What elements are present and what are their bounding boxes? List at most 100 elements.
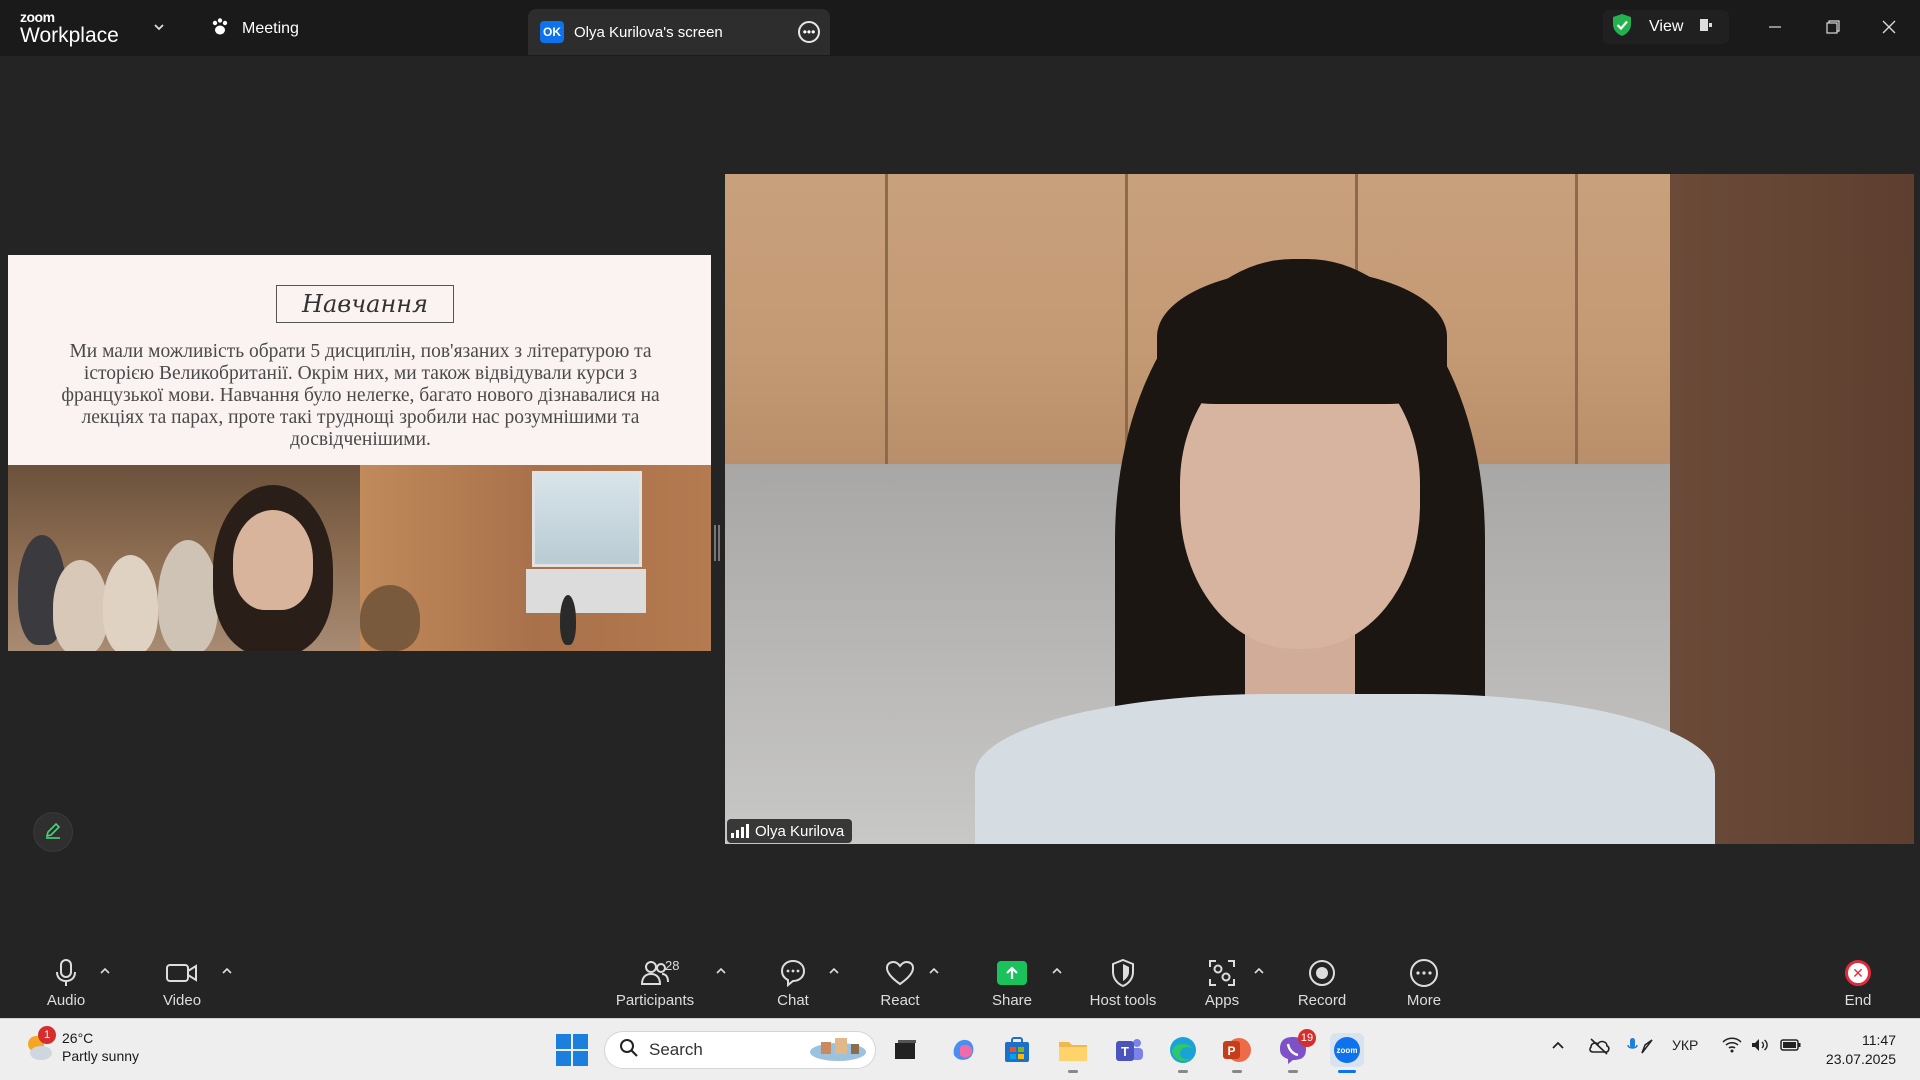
apps-icon xyxy=(1202,956,1242,990)
view-button[interactable]: View xyxy=(1603,10,1729,44)
view-label: View xyxy=(1649,18,1684,35)
participants-options-caret-icon[interactable] xyxy=(714,964,728,978)
weather-temperature: 26°C xyxy=(62,1030,94,1046)
participants-button[interactable]: 28 Participants xyxy=(612,956,698,1014)
powerpoint-icon[interactable]: P xyxy=(1220,1033,1254,1073)
search-icon xyxy=(619,1038,639,1063)
battery-icon[interactable] xyxy=(1780,1037,1802,1056)
shared-screen-slide: Навчання Ми мали можливість обрати 5 дис… xyxy=(8,255,711,651)
apps-label: Apps xyxy=(1204,992,1240,1009)
minimize-icon[interactable] xyxy=(1760,12,1790,42)
view-grid-icon xyxy=(1699,18,1713,37)
more-options-icon[interactable]: ••• xyxy=(798,21,820,43)
weather-notification-badge: 1 xyxy=(38,1026,56,1044)
close-icon[interactable] xyxy=(1874,12,1904,42)
svg-text:zoom: zoom xyxy=(1337,1046,1358,1055)
participants-count: 28 xyxy=(665,958,680,973)
annotate-button[interactable] xyxy=(33,812,73,852)
wifi-icon[interactable] xyxy=(1722,1037,1742,1056)
taskbar-search-input[interactable]: Search xyxy=(604,1031,876,1069)
audio-options-caret-icon[interactable] xyxy=(98,964,112,978)
tab-meeting[interactable]: Meeting xyxy=(210,16,299,42)
chat-options-caret-icon[interactable] xyxy=(827,964,841,978)
apps-button[interactable]: Apps xyxy=(1202,956,1242,1014)
tab-meeting-label: Meeting xyxy=(242,20,299,37)
slide-photo-lecture-hall xyxy=(360,465,711,651)
start-button[interactable] xyxy=(556,1034,588,1066)
avatar: OK xyxy=(540,21,564,43)
viber-icon[interactable]: 19 xyxy=(1276,1029,1316,1073)
host-tools-label: Host tools xyxy=(1089,992,1157,1009)
chevron-down-icon[interactable] xyxy=(152,20,166,34)
video-label: Video xyxy=(162,992,202,1009)
viber-notification-badge: 19 xyxy=(1298,1029,1316,1047)
file-explorer-icon[interactable] xyxy=(1056,1033,1090,1073)
zoom-workplace-logo[interactable]: zoom Workplace xyxy=(20,10,140,50)
pencil-icon xyxy=(43,820,63,845)
share-label: Share xyxy=(991,992,1033,1009)
react-label: React xyxy=(880,992,920,1009)
end-meeting-button[interactable]: ✕ End xyxy=(1838,956,1878,1014)
end-x-icon: ✕ xyxy=(1845,960,1871,986)
react-button[interactable]: React xyxy=(878,956,922,1014)
apps-options-caret-icon[interactable] xyxy=(1252,964,1266,978)
clock-date: 23.07.2025 xyxy=(1825,1051,1896,1067)
title-bar: zoom Workplace Meeting OK Olya Kurilova'… xyxy=(0,0,1920,56)
share-options-caret-icon[interactable] xyxy=(1050,964,1064,978)
split-resize-handle[interactable] xyxy=(714,525,720,561)
shield-check-icon xyxy=(1611,13,1633,42)
partly-sunny-icon: 1 xyxy=(24,1026,56,1062)
slide-title: Навчання xyxy=(276,285,454,323)
search-highlight-icon xyxy=(807,1034,869,1067)
svg-text:P: P xyxy=(1227,1044,1235,1058)
host-tools-button[interactable]: Host tools xyxy=(1088,956,1158,1014)
task-view-icon[interactable] xyxy=(888,1033,922,1067)
chat-button[interactable]: Chat xyxy=(772,956,814,1014)
chevron-up-icon[interactable] xyxy=(1550,1037,1566,1056)
slide-body-text: Ми мали можливість обрати 5 дисциплін, п… xyxy=(61,341,660,450)
copilot-icon[interactable] xyxy=(946,1033,980,1067)
edge-icon[interactable] xyxy=(1166,1033,1200,1073)
tab-shared-screen[interactable]: OK Olya Kurilova's screen ••• xyxy=(528,9,830,55)
participant-video[interactable] xyxy=(725,174,1914,844)
participant-name-tag: Olya Kurilova xyxy=(727,819,853,843)
restore-icon[interactable] xyxy=(1818,12,1848,42)
more-button[interactable]: More xyxy=(1402,956,1446,1014)
video-camera-icon xyxy=(162,956,202,990)
react-options-caret-icon[interactable] xyxy=(927,964,941,978)
video-button[interactable]: Video xyxy=(158,956,206,1014)
microphone-icon xyxy=(46,956,86,990)
taskbar-clock[interactable]: 11:47 23.07.2025 xyxy=(1820,1031,1896,1069)
paw-icon xyxy=(210,17,230,42)
brand-big: Workplace xyxy=(20,24,119,47)
participants-icon: 28 xyxy=(635,956,679,990)
svg-text:T: T xyxy=(1121,1044,1129,1059)
meeting-toolbar: Audio Video 28 Participants Chat React S… xyxy=(0,942,1920,1018)
zoom-taskbar-icon[interactable]: zoom xyxy=(1330,1033,1364,1073)
signal-strength-icon xyxy=(731,824,749,838)
weather-widget[interactable]: 1 26°C Partly sunny xyxy=(24,1026,139,1065)
tab-shared-screen-label: Olya Kurilova's screen xyxy=(574,23,723,41)
share-arrow-icon xyxy=(997,961,1027,985)
slide-photo-selfie xyxy=(8,465,360,651)
chat-bubble-icon xyxy=(773,956,813,990)
keyboard-language[interactable]: УКР xyxy=(1672,1037,1698,1053)
record-icon xyxy=(1302,956,1342,990)
microphone-location-icon[interactable] xyxy=(1626,1037,1654,1058)
record-button[interactable]: Record xyxy=(1296,956,1348,1014)
shield-icon xyxy=(1103,956,1143,990)
more-label: More xyxy=(1406,992,1442,1009)
participant-name: Olya Kurilova xyxy=(755,822,845,840)
search-placeholder: Search xyxy=(649,1040,703,1059)
audio-button[interactable]: Audio xyxy=(42,956,90,1014)
share-button[interactable]: Share xyxy=(990,956,1034,1014)
end-label: End xyxy=(1844,992,1872,1009)
cloud-offline-icon[interactable] xyxy=(1588,1037,1610,1058)
teams-icon[interactable]: T xyxy=(1112,1033,1146,1067)
more-icon xyxy=(1404,956,1444,990)
clock-time: 11:47 xyxy=(1862,1032,1896,1048)
video-options-caret-icon[interactable] xyxy=(220,964,234,978)
microsoft-store-icon[interactable] xyxy=(1000,1033,1034,1067)
audio-label: Audio xyxy=(46,992,86,1009)
volume-icon[interactable] xyxy=(1750,1037,1770,1056)
